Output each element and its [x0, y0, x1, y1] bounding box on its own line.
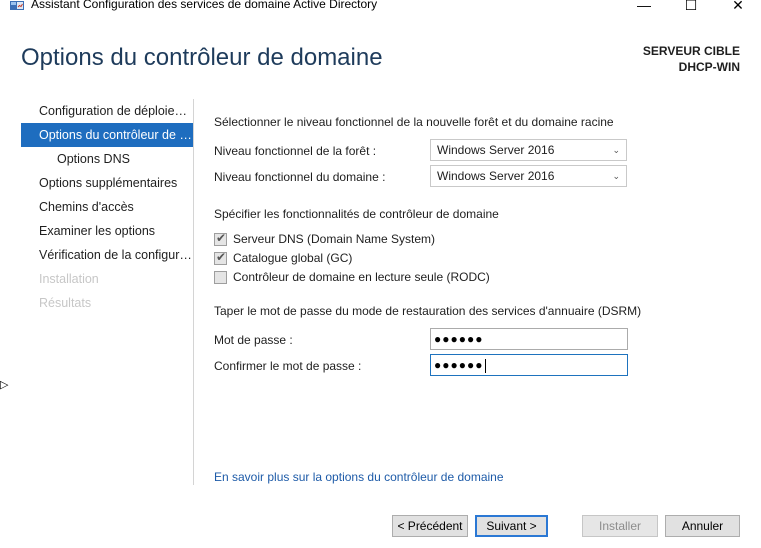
- nav-item-installation: Installation: [39, 272, 99, 286]
- window-title: Assistant Configuration des services de …: [31, 0, 378, 11]
- global-catalog-label: Catalogue global (GC): [233, 251, 353, 265]
- target-server: SERVEUR CIBLE DHCP-WIN: [643, 43, 740, 75]
- forest-level-select[interactable]: Windows Server 2016 ⌄: [430, 139, 627, 161]
- dns-server-label: Serveur DNS (Domain Name System): [233, 232, 436, 246]
- check-icon: ✔: [216, 230, 227, 245]
- nav-item-paths[interactable]: Chemins d'accès: [21, 195, 193, 219]
- server-manager-icon: [10, 1, 24, 10]
- global-catalog-checkbox[interactable]: ✔: [214, 249, 227, 265]
- domain-level-select[interactable]: Windows Server 2016 ⌄: [430, 165, 627, 187]
- forest-level-label: Niveau fonctionnel de la forêt :: [214, 144, 377, 158]
- dns-server-checkbox[interactable]: ✔: [214, 230, 227, 246]
- domain-level-label: Niveau fonctionnel du domaine :: [214, 170, 386, 184]
- dns-server-option[interactable]: ✔ Serveur DNS (Domain Name System): [214, 231, 435, 247]
- nav-item-review-options[interactable]: Examiner les options: [21, 219, 193, 243]
- nav-item-additional-options[interactable]: Options supplémentaires: [21, 171, 193, 195]
- forest-level-value: Windows Server 2016: [437, 143, 555, 157]
- nav-divider: [193, 99, 194, 485]
- dsrm-heading: Taper le mot de passe du mode de restaur…: [214, 304, 642, 318]
- confirm-password-label: Confirmer le mot de passe :: [214, 359, 362, 373]
- password-input[interactable]: ●●●●●●: [430, 328, 628, 350]
- domain-level-value: Windows Server 2016: [437, 169, 555, 183]
- title-bar[interactable]: Assistant Configuration des services de …: [0, 0, 761, 17]
- maximize-icon[interactable]: ☐: [668, 0, 714, 17]
- target-server-name: DHCP-WIN: [678, 60, 740, 74]
- help-link[interactable]: En savoir plus sur la options du contrôl…: [214, 470, 504, 484]
- rodc-option[interactable]: Contrôleur de domaine en lecture seule (…: [214, 269, 490, 285]
- functional-level-heading: Sélectionner le niveau fonctionnel de la…: [214, 115, 614, 129]
- nav-item-prerequisites-check[interactable]: Vérification de la configuration: [21, 243, 193, 267]
- previous-button[interactable]: < Précédent: [392, 515, 468, 537]
- cancel-button[interactable]: Annuler: [665, 515, 740, 537]
- capabilities-heading: Spécifier les fonctionnalités de contrôl…: [214, 207, 499, 221]
- nav-item-dns-options[interactable]: Options DNS: [21, 147, 193, 171]
- confirm-password-value: ●●●●●●: [434, 358, 484, 372]
- chevron-down-icon: ⌄: [612, 171, 620, 181]
- confirm-password-input[interactable]: ●●●●●●: [430, 354, 628, 376]
- password-label: Mot de passe :: [214, 333, 293, 347]
- rodc-label: Contrôleur de domaine en lecture seule (…: [233, 270, 490, 284]
- page-title: Options du contrôleur de domaine: [21, 44, 383, 71]
- password-value: ●●●●●●: [434, 332, 484, 346]
- global-catalog-option[interactable]: ✔ Catalogue global (GC): [214, 250, 352, 266]
- nav-item-dc-options[interactable]: Options du contrôleur de domaine: [21, 123, 193, 147]
- check-icon: ✔: [216, 249, 227, 264]
- text-caret: [484, 358, 486, 373]
- minimize-icon[interactable]: —: [621, 0, 667, 17]
- resize-cursor-icon: ▷: [0, 379, 9, 391]
- nav-item-deployment-config[interactable]: Configuration de déploiement: [21, 99, 193, 123]
- next-button[interactable]: Suivant >: [475, 515, 548, 537]
- wizard-nav: Configuration de déploiement Options du …: [21, 99, 193, 315]
- install-button: Installer: [582, 515, 658, 537]
- target-server-label: SERVEUR CIBLE: [642, 44, 740, 58]
- chevron-down-icon: ⌄: [612, 145, 620, 155]
- wizard-window: Assistant Configuration des services de …: [0, 0, 761, 548]
- close-icon[interactable]: ✕: [715, 0, 761, 17]
- rodc-checkbox[interactable]: [214, 270, 227, 284]
- nav-item-results: Résultats: [39, 296, 92, 310]
